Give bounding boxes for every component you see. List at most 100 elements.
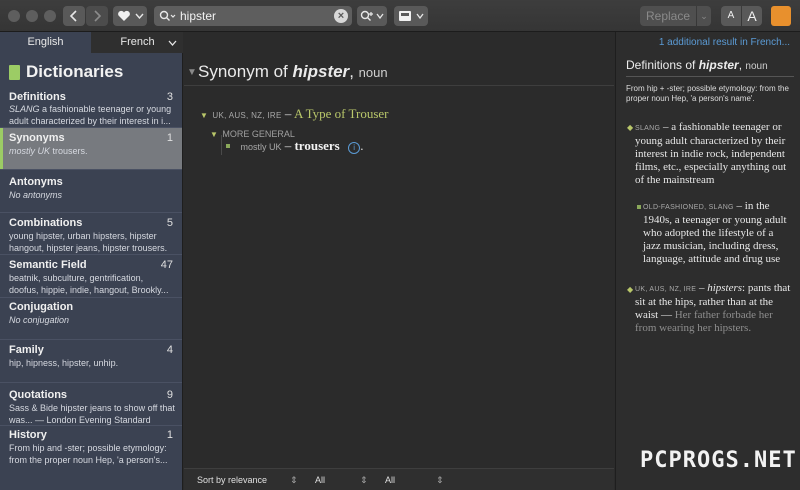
sort-select[interactable]: Sort by relevance: [197, 475, 267, 485]
section-preview: From hip and -ster; possible etymology: …: [9, 443, 168, 465]
filter-stepper-icon[interactable]: ⇕: [360, 475, 368, 486]
chevron-left-icon: [69, 10, 77, 22]
section-title: Definitions: [9, 91, 66, 103]
type-label-link[interactable]: A Type of Trouser: [294, 106, 389, 121]
sidebar-item-family[interactable]: Family 4 hip, hipness, hipster, unhip.: [0, 340, 182, 383]
chevron-down-icon: [376, 13, 384, 19]
dictionaries-heading: Dictionaries: [9, 62, 123, 82]
disclosure-triangle-icon[interactable]: ▼: [200, 111, 208, 120]
slang-tag: SLANG: [9, 104, 40, 114]
sidebar-item-semantic-field[interactable]: Semantic Field 47 beatnik, subculture, g…: [0, 255, 182, 298]
etymology-text: From hip + -ster; possible etymology: fr…: [626, 84, 789, 103]
dictionary-book-icon[interactable]: [771, 6, 791, 26]
zoom-window-button[interactable]: [44, 10, 56, 22]
section-title: Antonyms: [9, 176, 63, 188]
search-input[interactable]: [180, 8, 330, 24]
info-icon[interactable]: i: [348, 142, 361, 154]
filter-select-1[interactable]: All: [315, 475, 325, 485]
diamond-bullet-icon: ◆: [627, 285, 634, 294]
heart-icon: [117, 10, 130, 21]
search-options-button[interactable]: [357, 6, 387, 26]
section-preview-text: trousers.: [50, 146, 88, 156]
main-pane: ▼ Synonym of hipster, noun ▼ UK, AUS, NZ…: [184, 32, 614, 490]
filter-stepper-icon[interactable]: ⇕: [436, 475, 444, 486]
increase-font-button[interactable]: A: [742, 6, 762, 26]
sidebar: English French Dictionaries Definitions …: [0, 32, 183, 490]
definition-2: OLD-FASHIONED, SLANG – in the 1940s, a t…: [643, 200, 793, 266]
dictionaries-title: Dictionaries: [26, 62, 124, 81]
additional-results-link[interactable]: 1 additional result in French...: [659, 37, 790, 48]
forward-button[interactable]: [86, 6, 108, 26]
search-field[interactable]: ×: [154, 6, 352, 26]
search-icon: [159, 10, 176, 21]
book-icon: [9, 64, 20, 80]
chevron-down-icon: [168, 40, 177, 46]
back-button[interactable]: [63, 6, 85, 26]
divider: [626, 76, 794, 77]
sidebar-item-conjugation[interactable]: Conjugation No conjugation: [0, 298, 182, 340]
definitions-panel: 1 additional result in French... Definit…: [615, 32, 800, 490]
sidebar-item-definitions[interactable]: Definitions 3 SLANG a fashionable teenag…: [0, 88, 182, 128]
section-count: 4: [166, 344, 173, 356]
results-filter-bar: Sort by relevance ⇕ All ⇕ All ⇕: [184, 468, 614, 490]
sidebar-item-quotations[interactable]: Quotations 9 Sass & Bide hipster jeans t…: [0, 383, 182, 426]
disclosure-triangle-icon[interactable]: ▼: [210, 130, 218, 139]
diamond-bullet-icon: ◆: [627, 123, 634, 132]
disclosure-triangle-icon[interactable]: ▼: [187, 67, 197, 78]
language-tabs: English French: [0, 32, 183, 53]
synonym-group-type: ▼ UK, AUS, NZ, IRE – A Type of Trouser: [200, 105, 389, 123]
bullet-icon: [226, 144, 230, 148]
replace-button[interactable]: Replace: [640, 6, 696, 26]
tab-french-label: French: [120, 36, 155, 48]
section-count: 9: [166, 389, 173, 401]
definitions-title: Definitions of hipster, noun: [626, 58, 768, 72]
synonym-word-link[interactable]: trousers: [294, 138, 339, 153]
sidebar-item-antonyms[interactable]: Antonyms No antonyms: [0, 170, 182, 213]
definition-word: hipsters: [707, 282, 743, 294]
sidebar-item-history[interactable]: History 1 From hip and -ster; possible e…: [0, 426, 182, 468]
entry-title-separator: ,: [349, 62, 359, 81]
chevron-down-icon: [416, 13, 424, 19]
region-tags: UK, AUS, NZ, IRE: [212, 111, 282, 120]
section-preview: SLANG a fashionable teenager or young ad…: [9, 103, 175, 127]
sidebar-item-synonyms[interactable]: Synonyms 1 mostly UK trousers.: [0, 128, 182, 170]
section-count: 47: [160, 259, 173, 271]
favorites-button[interactable]: [113, 6, 147, 26]
dash: –: [281, 106, 294, 121]
section-count: 5: [166, 217, 173, 229]
entry-title-pos: noun: [358, 65, 388, 80]
section-title: Semantic Field: [9, 259, 87, 271]
section-title: Quotations: [9, 389, 68, 401]
section-title: Conjugation: [9, 301, 74, 313]
tree-line: [221, 135, 222, 155]
sort-stepper-icon[interactable]: ⇕: [290, 475, 298, 486]
definition-tag: UK, AUS, NZ, IRE: [635, 286, 697, 293]
definitions-title-pos: noun: [745, 61, 768, 72]
region-tag: mostly UK: [9, 146, 51, 156]
section-title: History: [9, 429, 47, 441]
tab-french[interactable]: French: [92, 32, 183, 53]
section-preview: No conjugation: [9, 315, 70, 325]
tab-english[interactable]: English: [0, 32, 91, 53]
section-preview: Sass & Bide hipster jeans to show off th…: [9, 403, 175, 425]
view-mode-button[interactable]: [394, 6, 428, 26]
filter-select-2[interactable]: All: [385, 475, 395, 485]
synonym-row: mostly UK – trousers i.: [226, 137, 363, 155]
selection-indicator: [0, 128, 3, 169]
sidebar-item-combinations[interactable]: Combinations 5 young hipster, urban hips…: [0, 213, 182, 255]
replace-options-button[interactable]: ⌄: [697, 6, 711, 26]
decrease-font-button[interactable]: A: [721, 6, 741, 26]
close-window-button[interactable]: [8, 10, 20, 22]
watermark: PCPROGS.NET: [640, 448, 797, 473]
section-preview: No antonyms: [9, 190, 63, 200]
entry-title-word: hipster: [292, 62, 350, 81]
chevron-right-icon: [94, 10, 102, 22]
entry-title-prefix: Synonym of: [198, 62, 293, 81]
entry-title: ▼ Synonym of hipster, noun: [187, 62, 388, 82]
chevron-down-icon: [134, 13, 144, 19]
section-preview: beatnik, subculture, gentrification, doo…: [9, 273, 169, 295]
clear-search-icon[interactable]: ×: [334, 9, 348, 23]
definition-1: SLANG – a fashionable teenager or young …: [635, 121, 793, 187]
minimize-window-button[interactable]: [26, 10, 38, 22]
section-title: Family: [9, 344, 44, 356]
